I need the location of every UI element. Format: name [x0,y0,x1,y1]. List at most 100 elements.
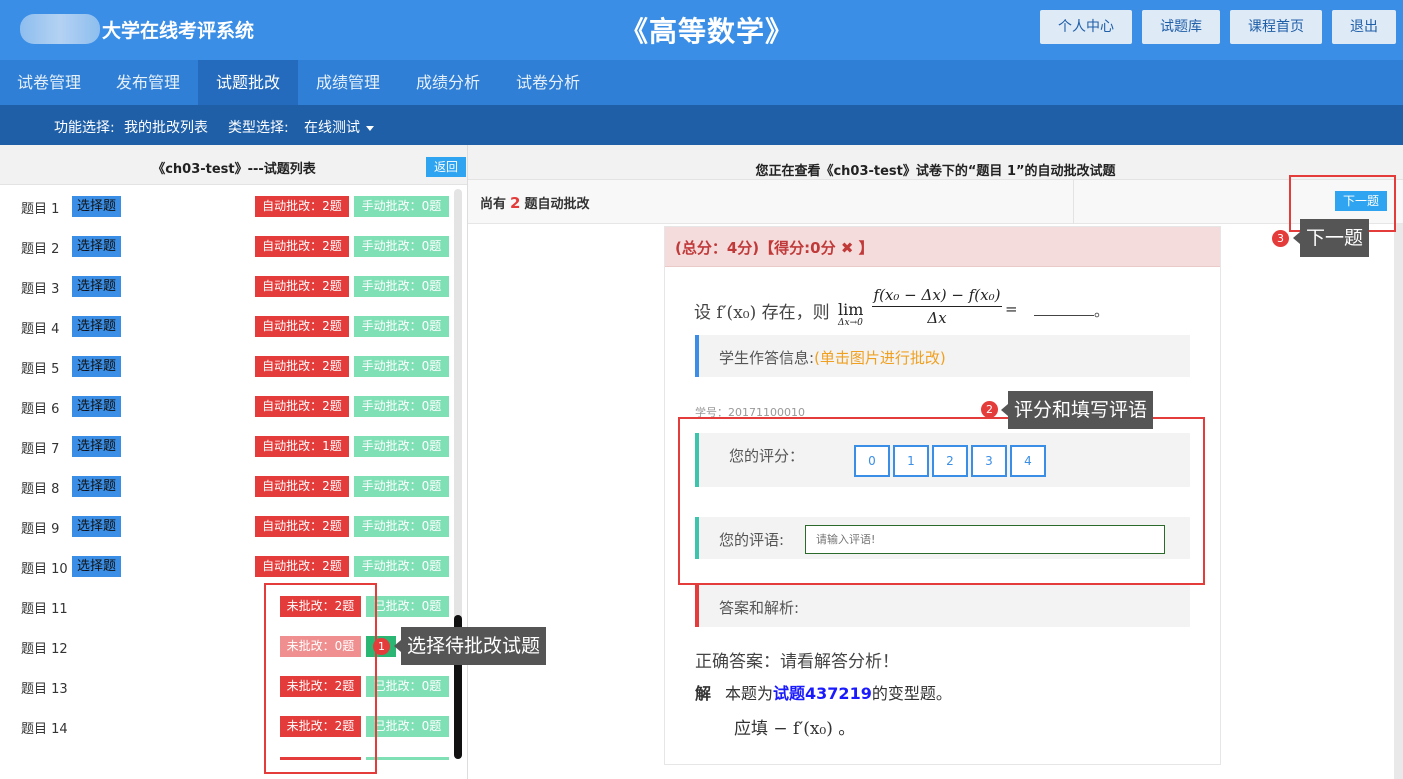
auto-grade-badge[interactable]: 自动批改：2题 [255,236,349,257]
tab-paper-management[interactable]: 试卷管理 [0,60,98,105]
auto-grade-badge[interactable]: 自动批改：2题 [255,516,349,537]
question-row[interactable]: 题目 10 选择题 自动批改：2题 手动批改：0题 [0,546,455,586]
question-type-badge: 选择题 [72,436,122,457]
comment-input[interactable] [805,525,1165,554]
manual-grade-badge[interactable]: 手动批改：0题 [354,476,449,497]
type-select[interactable]: 在线测试 [304,117,374,137]
graded-badge[interactable]: 已批改：0题 [366,676,449,697]
fraction-numerator: f(x₀ − Δx) − f(x₀) [873,286,1001,304]
limit-symbol: lim [838,300,864,319]
question-type-badge: 选择题 [72,196,122,217]
score-0-button[interactable]: 0 [854,445,890,477]
ungraded-badge[interactable]: 未批改：0题 [280,636,361,657]
period: 。 [1094,302,1110,320]
question-label: 题目 1 [21,202,60,217]
correct-answer: 正确答案：请看解答分析！ [695,652,899,672]
question-row[interactable]: 题目 7 选择题 自动批改：1题 手动批改：0题 [0,426,455,466]
grading-header: 您正在查看《ch03-test》试卷下的“题目 1”的自动批改试题 [468,145,1403,180]
question-row[interactable]: 题目 1 选择题 自动批改：2题 手动批改：0题 [0,186,455,226]
logout-button[interactable]: 退出 [1332,10,1396,44]
manual-grade-badge[interactable]: 手动批改：0题 [354,556,449,577]
question-row[interactable]: 题目 9 选择题 自动批改：2题 手动批改：0题 [0,506,455,546]
question-type-badge: 选择题 [72,396,122,417]
question-row[interactable]: 题目 5 选择题 自动批改：2题 手动批改：0题 [0,346,455,386]
question-bank-button[interactable]: 试题库 [1142,10,1220,44]
content-scrollbar[interactable] [1394,224,1403,779]
function-select[interactable]: 我的批改列表 [124,117,208,137]
type-label: 类型选择: [228,120,289,136]
question-list-title: 《ch03-test》---试题列表 [152,162,316,177]
ungraded-badge[interactable]: 未批改：2题 [280,716,361,737]
auto-grade-badge[interactable]: 自动批改：1题 [255,436,349,457]
question-label: 题目 11 [21,602,68,617]
tab-paper-analysis[interactable]: 试卷分析 [498,60,598,105]
question-type-badge: 选择题 [72,236,122,257]
ungraded-badge-partial [280,757,361,760]
ungraded-badge[interactable]: 未批改：2题 [280,596,361,617]
answer-analysis-section: 答案和解析: [695,585,1190,627]
student-id: 学号：20171100010 [695,406,805,419]
graded-badge[interactable]: 已批改：0题 [366,716,449,737]
question-row[interactable]: 题目 14 未批改：2题 已批改：0题 [0,706,455,746]
tab-publish-management[interactable]: 发布管理 [98,60,198,105]
remaining-bar: 尚有 2 题自动批改 下一题 [468,180,1403,224]
solution-marker: 解 [695,684,712,703]
auto-grade-badge[interactable]: 自动批改：2题 [255,356,349,377]
solution-prefix: 本题为 [725,684,774,703]
score-header: (总分：4分)【得分:0分 ✖ 】 [665,227,1220,267]
auto-grade-badge[interactable]: 自动批改：2题 [255,556,349,577]
manual-grade-badge[interactable]: 手动批改：0题 [354,516,449,537]
personal-center-button[interactable]: 个人中心 [1040,10,1132,44]
graded-badge[interactable]: 已批改：0题 [366,596,449,617]
question-row[interactable]: 题目 4 选择题 自动批改：2题 手动批改：0题 [0,306,455,346]
tab-score-analysis[interactable]: 成绩分析 [398,60,498,105]
question-label: 题目 2 [21,242,60,257]
auto-grade-badge[interactable]: 自动批改：2题 [255,196,349,217]
tab-grading[interactable]: 试题批改 [198,60,298,105]
auto-grade-badge[interactable]: 自动批改：2题 [255,396,349,417]
step-2-badge: 2 [981,401,998,418]
question-row[interactable]: 题目 3 选择题 自动批改：2题 手动批改：0题 [0,266,455,306]
student-answer-label: 学生作答信息:(单击图片进行批改) [719,347,946,368]
university-logo [20,14,100,44]
click-image-hint[interactable]: (单击图片进行批改) [814,349,946,367]
score-1-button[interactable]: 1 [893,445,929,477]
graded-badge-partial [366,757,449,760]
score-4-button[interactable]: 4 [1010,445,1046,477]
manual-grade-badge[interactable]: 手动批改：0题 [354,236,449,257]
manual-grade-badge[interactable]: 手动批改：0题 [354,196,449,217]
question-label: 题目 6 [21,402,60,417]
question-label: 题目 5 [21,362,60,377]
score-3-button[interactable]: 3 [971,445,1007,477]
question-row[interactable]: 题目 11 未批改：2题 已批改：0题 [0,586,455,626]
caret-down-icon [366,125,374,131]
tab-score-management[interactable]: 成绩管理 [298,60,398,105]
question-row[interactable]: 题目 13 未批改：2题 已批改：0题 [0,666,455,706]
question-row[interactable]: 题目 2 选择题 自动批改：2题 手动批改：0题 [0,226,455,266]
question-row[interactable]: 题目 6 选择题 自动批改：2题 手动批改：0题 [0,386,455,426]
answer-blank [1034,315,1094,316]
remaining-count: 2 [510,194,521,212]
back-button[interactable]: 返回 [426,157,466,177]
manual-grade-badge[interactable]: 手动批改：0题 [354,396,449,417]
manual-grade-badge[interactable]: 手动批改：0题 [354,316,449,337]
fraction: f(x₀ − Δx) − f(x₀) Δx [872,286,1002,327]
function-label: 功能选择: [54,120,115,136]
manual-grade-badge[interactable]: 手动批改：0题 [354,356,449,377]
score-2-button[interactable]: 2 [932,445,968,477]
question-label: 题目 14 [21,722,68,737]
ungraded-badge[interactable]: 未批改：2题 [280,676,361,697]
score-summary-close: 】 [858,239,874,257]
next-question-button[interactable]: 下一题 [1335,191,1387,211]
auto-grade-badge[interactable]: 自动批改：2题 [255,276,349,297]
related-question-link[interactable]: 试题437219 [773,684,872,703]
question-type-badge: 选择题 [72,516,122,537]
auto-grade-badge[interactable]: 自动批改：2题 [255,316,349,337]
course-home-button[interactable]: 课程首页 [1230,10,1322,44]
auto-grade-badge[interactable]: 自动批改：2题 [255,476,349,497]
question-type-badge: 选择题 [72,476,122,497]
question-row[interactable]: 题目 8 选择题 自动批改：2题 手动批改：0题 [0,466,455,506]
manual-grade-badge[interactable]: 手动批改：0题 [354,436,449,457]
manual-grade-badge[interactable]: 手动批改：0题 [354,276,449,297]
grading-title: 您正在查看《ch03-test》试卷下的“题目 1”的自动批改试题 [755,164,1116,179]
